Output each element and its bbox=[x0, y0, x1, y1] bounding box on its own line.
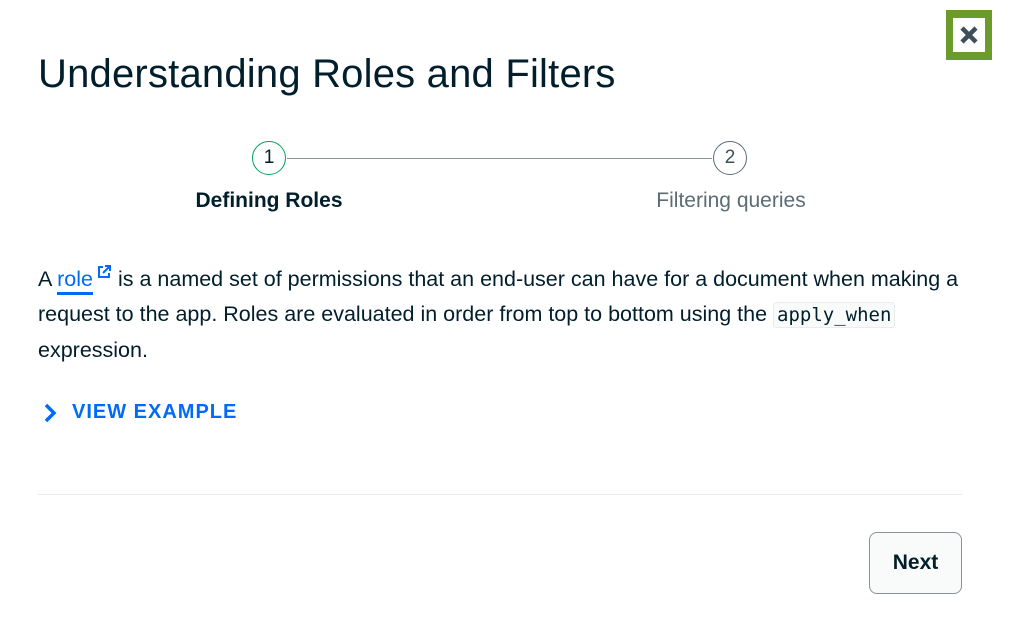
step-2-label: Filtering queries bbox=[656, 189, 806, 212]
description-suffix: expression. bbox=[38, 338, 148, 362]
role-link-label: role bbox=[57, 267, 93, 291]
role-link[interactable]: role bbox=[57, 267, 93, 295]
description-prefix: A bbox=[38, 267, 58, 291]
view-example-toggle[interactable]: VIEW EXAMPLE bbox=[40, 401, 237, 424]
step-1-indicator: 1 bbox=[252, 141, 286, 175]
close-button[interactable] bbox=[946, 10, 992, 60]
stepper-connector bbox=[287, 158, 712, 159]
view-example-label: VIEW EXAMPLE bbox=[72, 401, 238, 423]
footer-divider bbox=[38, 494, 962, 495]
step-1-label: Defining Roles bbox=[195, 189, 343, 212]
next-button[interactable]: Next bbox=[869, 532, 962, 594]
roles-filters-modal: Understanding Roles and Filters 1 2 Defi… bbox=[0, 0, 1015, 642]
external-link-icon bbox=[98, 265, 111, 278]
apply-when-code: apply_when bbox=[773, 302, 896, 328]
close-icon-container bbox=[953, 18, 985, 52]
modal-title: Understanding Roles and Filters bbox=[38, 52, 616, 96]
step-2-indicator: 2 bbox=[713, 141, 747, 175]
description-text: A role is a named set of permissions tha… bbox=[38, 262, 978, 368]
close-icon bbox=[960, 26, 978, 44]
chevron-right-icon bbox=[44, 403, 57, 422]
